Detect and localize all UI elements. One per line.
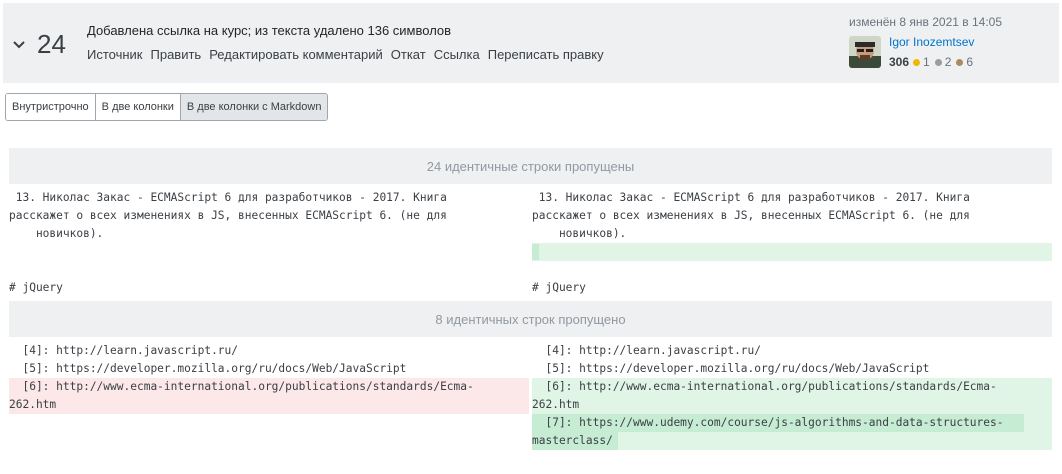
right-link-line-added: [6]: http://www.ecma-international.org/p… bbox=[532, 380, 997, 393]
left-link-line-removed: 262.htm bbox=[9, 398, 57, 411]
skipped-lines-bar[interactable]: 8 идентичных строк пропущено bbox=[9, 301, 1052, 337]
right-link-line: [5]: https://developer.mozilla.org/ru/do… bbox=[532, 362, 930, 375]
view-side-by-side-markdown-button[interactable]: В две колонки с Markdown bbox=[180, 94, 328, 120]
silver-badge: 2 bbox=[934, 55, 951, 69]
left-text-line: расскажет о всех изменениях в JS, внесен… bbox=[9, 209, 447, 222]
right-link-line-added: [7]: https://www.udemy.com/course/js-alg… bbox=[532, 416, 1004, 429]
bronze-badge: 6 bbox=[956, 55, 973, 69]
left-heading-line: # jQuery bbox=[9, 281, 63, 294]
edited-timestamp: изменён 8 янв 2021 в 14:05 bbox=[849, 15, 1002, 29]
right-link-line: [4]: http://learn.javascript.ru/ bbox=[532, 344, 762, 357]
left-text-line: 13. Николас Закас - ECMAScript 6 для раз… bbox=[9, 191, 447, 204]
revision-links: Источник Править Редактировать комментар… bbox=[87, 47, 604, 62]
revision-number[interactable]: 24 bbox=[37, 29, 66, 60]
edit-link[interactable]: Править bbox=[151, 47, 202, 62]
edit-comment-link[interactable]: Редактировать комментарий bbox=[209, 47, 383, 62]
left-link-line: [4]: http://learn.javascript.ru/ bbox=[9, 344, 239, 357]
gold-badge-icon bbox=[913, 58, 921, 66]
source-link[interactable]: Источник bbox=[87, 47, 143, 62]
silver-badge-icon bbox=[934, 58, 942, 66]
share-link[interactable]: Ссылка bbox=[434, 47, 480, 62]
right-link-line-added: 262.htm bbox=[532, 398, 580, 411]
chevron-down-icon[interactable] bbox=[13, 41, 25, 49]
rollback-link[interactable]: Откат bbox=[391, 47, 426, 62]
gold-badge: 1 bbox=[913, 55, 930, 69]
avatar[interactable] bbox=[849, 36, 881, 68]
right-heading-line: # jQuery bbox=[532, 281, 586, 294]
view-inline-button[interactable]: Внутристрочно bbox=[6, 94, 96, 120]
revision-header: 24 Добавлена ссылка на курс; из текста у… bbox=[3, 3, 1059, 83]
right-text-line: 13. Николас Закас - ECMAScript 6 для раз… bbox=[532, 191, 970, 204]
rewrite-edit-link[interactable]: Переписать правку bbox=[488, 47, 604, 62]
right-link-line-added: masterclass/ bbox=[532, 434, 613, 447]
right-text-line: новичков). bbox=[532, 227, 627, 240]
left-link-line: [5]: https://developer.mozilla.org/ru/do… bbox=[9, 362, 407, 375]
reputation-score: 306 bbox=[889, 55, 910, 69]
view-side-by-side-button[interactable]: В две колонки bbox=[95, 94, 181, 120]
bronze-badge-icon bbox=[956, 58, 964, 66]
revision-summary: Добавлена ссылка на курс; из текста удал… bbox=[87, 23, 452, 38]
view-mode-switch: Внутристрочно В две колонки В две колонк… bbox=[5, 93, 329, 121]
user-reputation: 306 1 2 6 bbox=[889, 55, 978, 69]
left-text-line: новичков). bbox=[9, 227, 104, 240]
added-whitespace-marker bbox=[532, 244, 539, 260]
right-text-line: расскажет о всех изменениях в JS, внесен… bbox=[532, 209, 970, 222]
skipped-lines-bar[interactable]: 24 идентичные строки пропущены bbox=[9, 148, 1052, 184]
left-link-line-removed: [6]: http://www.ecma-international.org/p… bbox=[9, 380, 474, 393]
user-name-link[interactable]: Igor Inozemtsev bbox=[889, 35, 974, 49]
added-blank-line bbox=[532, 243, 1052, 261]
